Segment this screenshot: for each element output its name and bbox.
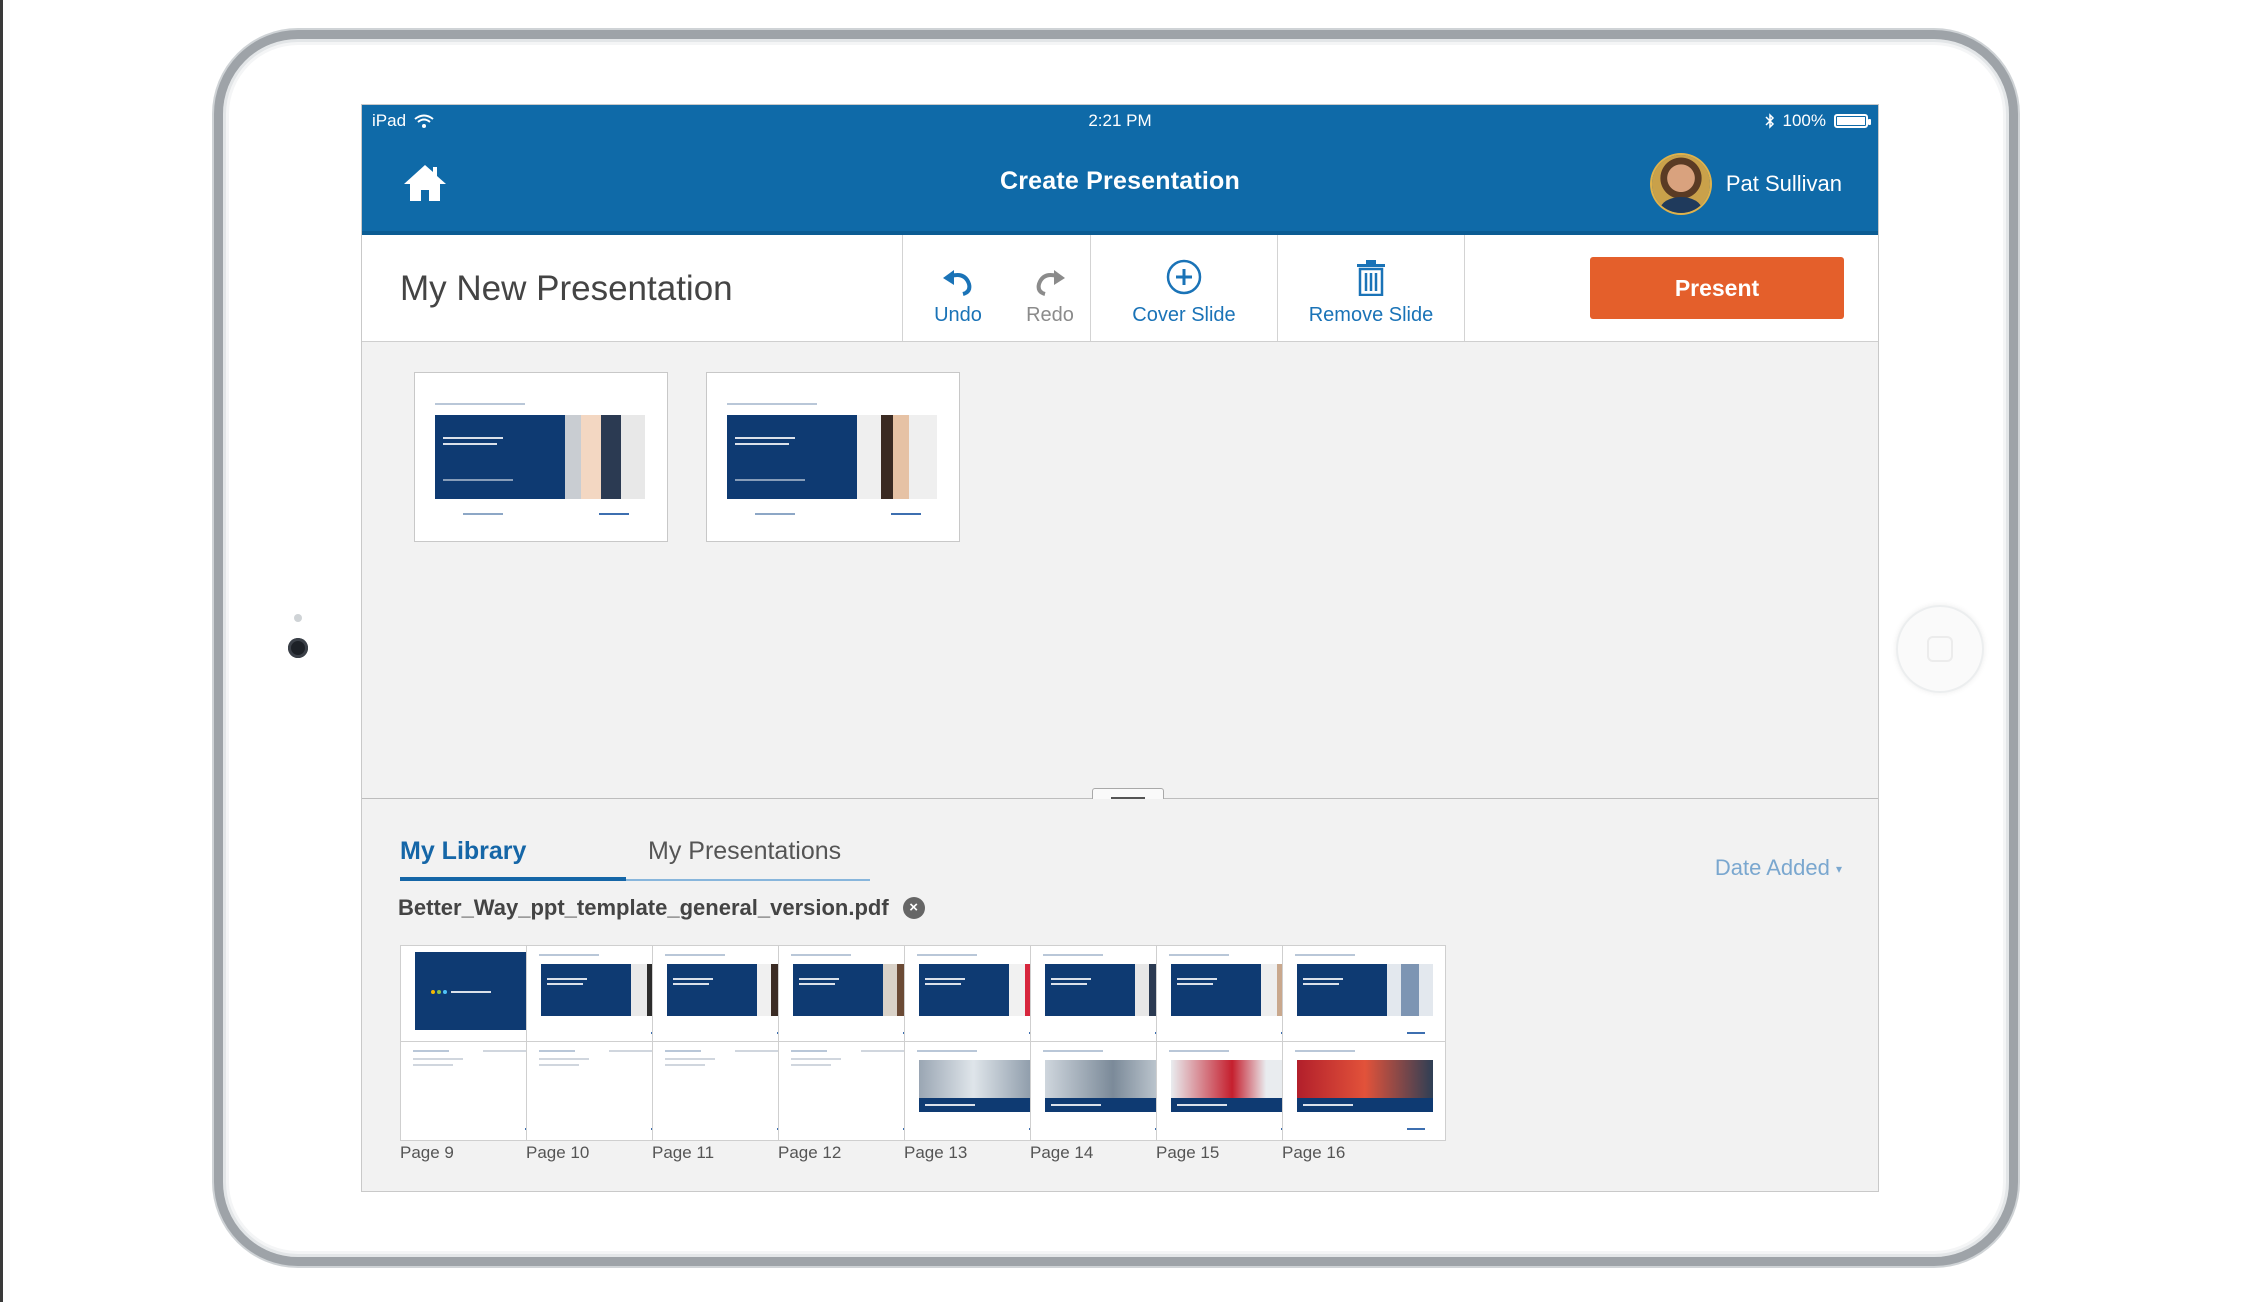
cover-slide-button[interactable]: Cover Slide [1091,235,1277,341]
tab-my-library[interactable]: My Library [400,837,526,866]
add-circle-icon [1166,259,1202,295]
sort-label: Date Added [1714,855,1830,880]
left-edge-rule [0,0,3,1302]
tab-my-presentations[interactable]: My Presentations [648,837,841,866]
ipad-home-button[interactable] [1896,605,1984,693]
page-label: Page 14 [1030,1143,1094,1162]
page-title: Create Presentation [1000,167,1240,195]
present-button[interactable]: Present [1590,257,1844,319]
page-label: Page 9 [400,1143,454,1162]
user-profile[interactable]: Pat Sullivan [1651,155,1842,213]
close-icon[interactable]: × [902,897,925,919]
file-header: Better_Way_ppt_template_general_version.… [398,895,925,921]
redo-icon [1036,270,1065,296]
presentation-slide[interactable] [706,372,960,542]
nav-bar: iPad 2:21 PM 100% Create Presentation Pa… [362,105,1878,235]
presentation-slide-tray [362,342,1878,808]
presentation-slide[interactable] [414,372,668,542]
user-name: Pat Sullivan [1725,171,1842,196]
page-label: Page 13 [904,1143,968,1162]
library-panel: My Library My Presentations Date Added ▾… [362,799,1878,1191]
clock: 2:21 PM [1088,111,1152,130]
undo-icon [943,270,972,296]
page-label: Page 10 [526,1143,590,1162]
caret-down-icon: ▾ [1835,862,1842,877]
light-sensor [294,614,302,622]
page-label: Page 12 [778,1143,842,1162]
library-page-thumbnail[interactable] [1282,945,1446,1045]
battery-percent: 100% [1782,111,1826,130]
page-label: Page 16 [1282,1143,1346,1162]
undo-label: Undo [934,304,982,326]
page-label: Page 11 [652,1143,715,1162]
status-bar: iPad 2:21 PM 100% [362,105,1878,137]
trash-icon [1357,260,1385,296]
redo-label: Redo [1026,304,1074,326]
avatar [1651,155,1710,213]
page-label: Page 15 [1156,1143,1220,1162]
bluetooth-icon [1764,113,1774,129]
library-page-thumbnail[interactable] [1282,1041,1446,1141]
battery-icon [1834,114,1871,128]
editor-toolbar: My New Presentation Undo Redo Cover Slid… [362,235,1878,342]
undo-button[interactable]: Undo [918,235,998,341]
remove-slide-label: Remove Slide [1308,304,1434,326]
active-tab-indicator [400,877,626,881]
toolbar-divider [902,235,903,341]
remove-slide-button[interactable]: Remove Slide [1278,235,1464,341]
camera-icon [288,638,308,658]
redo-button[interactable]: Redo [1008,235,1092,341]
cover-slide-label: Cover Slide [1132,304,1236,326]
file-name: Better_Way_ppt_template_general_version.… [398,895,889,920]
presentation-title[interactable]: My New Presentation [400,269,733,309]
sort-dropdown[interactable]: Date Added ▾ [1715,855,1842,881]
app-screen: iPad 2:21 PM 100% Create Presentation Pa… [361,104,1879,1192]
toolbar-divider [1464,235,1465,341]
